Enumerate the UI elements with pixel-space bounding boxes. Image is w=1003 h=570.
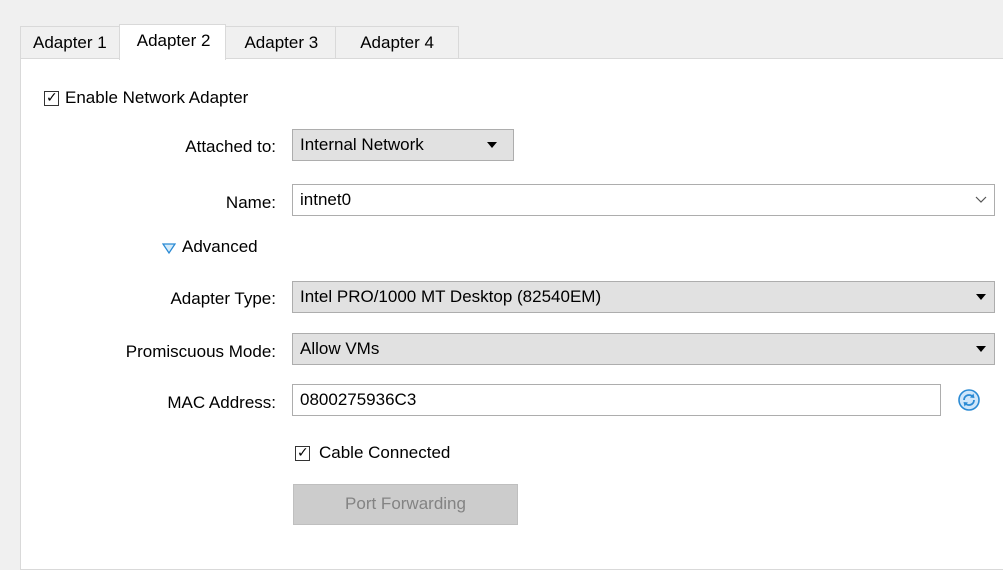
tab-adapter-4[interactable]: Adapter 4 [335,26,459,59]
enable-network-adapter-row[interactable]: ✓ Enable Network Adapter [44,88,248,108]
dropdown-arrow-icon [487,142,497,148]
mac-address-label: MAC Address: [167,393,276,412]
cable-connected-checkbox[interactable]: ✓ [295,444,310,461]
promiscuous-mode-select[interactable]: Allow VMs [292,333,995,365]
advanced-toggle[interactable]: Advanced [161,237,258,257]
port-forwarding-button[interactable]: Port Forwarding [293,484,518,525]
mac-address-value: 0800275936C3 [300,390,417,409]
adapter-type-select[interactable]: Intel PRO/1000 MT Desktop (82540EM) [292,281,995,313]
promiscuous-mode-label: Promiscuous Mode: [125,342,276,361]
attached-to-label: Attached to: [185,137,276,156]
enable-network-adapter-label: Enable Network Adapter [65,88,249,107]
tab-adapter-3[interactable]: Adapter 3 [225,26,337,59]
name-combobox[interactable]: intnet0 [292,184,995,216]
dropdown-arrow-icon [976,346,986,352]
name-label: Name: [225,193,276,212]
check-icon: ✓ [46,89,58,106]
cable-connected-row[interactable]: ✓ Cable Connected [295,443,450,463]
cable-connected-label: Cable Connected [319,443,451,462]
check-icon: ✓ [297,444,309,461]
advanced-label: Advanced [182,237,258,256]
adapter-type-label: Adapter Type: [170,289,276,308]
refresh-icon[interactable] [957,388,981,412]
tab-adapter-2[interactable]: Adapter 2 [118,24,227,60]
attached-to-value: Internal Network [300,135,424,154]
enable-network-adapter-checkbox[interactable]: ✓ [44,89,59,106]
dropdown-arrow-icon [976,294,986,300]
adapter-type-value: Intel PRO/1000 MT Desktop (82540EM) [300,287,602,306]
promiscuous-mode-value: Allow VMs [300,339,380,358]
attached-to-select[interactable]: Internal Network [292,129,514,161]
mac-address-input[interactable]: 0800275936C3 [292,384,941,416]
adapter-tab-bar: Adapter 1 Adapter 2 Adapter 3 Adapter 4 [20,24,459,60]
tab-adapter-1[interactable]: Adapter 1 [20,26,120,59]
chevron-down-icon [974,185,988,226]
triangle-down-icon [161,240,177,255]
name-value: intnet0 [300,190,352,209]
